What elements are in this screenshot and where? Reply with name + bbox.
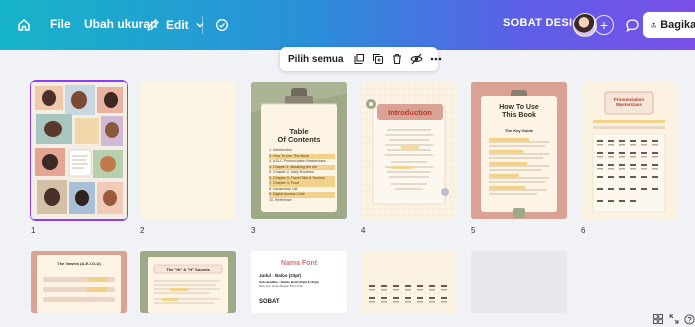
- add-collaborator-button[interactable]: +: [594, 15, 614, 35]
- page8-title: The "Hi" & "H" Sounds: [166, 267, 210, 272]
- page-number-4: 4: [361, 226, 366, 235]
- add-page-icon[interactable]: [353, 52, 365, 66]
- home-icon[interactable]: [12, 13, 36, 37]
- page5-subtitle: The Key Guide: [504, 128, 533, 133]
- trash-icon[interactable]: [391, 52, 403, 66]
- select-all-button[interactable]: Pilih semua: [288, 54, 344, 65]
- comment-icon[interactable]: [620, 13, 644, 37]
- help-icon[interactable]: [683, 313, 695, 325]
- page9-brand: SOBAT: [259, 299, 280, 305]
- intro-page-art: [361, 82, 457, 219]
- file-menu-button[interactable]: File: [50, 17, 71, 31]
- chevron-down-icon: [196, 23, 204, 28]
- share-label: Bagikan: [660, 19, 695, 31]
- toc-item: 3. A-B-C Pronunciation Masterclass: [269, 159, 326, 163]
- page-thumbnail-3[interactable]: Table Of Contents 1. Introduction 2. How…: [251, 82, 347, 219]
- page-number-5: 5: [471, 226, 476, 235]
- page-number-6: 6: [581, 226, 586, 235]
- hide-icon[interactable]: [409, 52, 423, 66]
- page9-sub: Sub Headline : Nunito Bold (15pt) & (12p…: [259, 280, 319, 284]
- page5-title: How To Use This Book: [499, 104, 539, 119]
- page-thumbnail-2[interactable]: [140, 82, 236, 219]
- page4-title: Introduction: [388, 108, 432, 117]
- duplicate-icon[interactable]: [372, 52, 384, 66]
- page-number-2: 2: [140, 226, 145, 235]
- collage-illustration: [31, 82, 127, 219]
- grid-view-icon[interactable]: [652, 313, 664, 325]
- cloud-sync-icon[interactable]: [210, 13, 234, 37]
- sounds-page-art: [140, 251, 236, 313]
- page-thumbnail-1[interactable]: [31, 82, 127, 219]
- page-thumbnail-5[interactable]: How To Use This Book The Key Guide: [471, 82, 567, 219]
- plus-icon: +: [599, 17, 609, 33]
- selection-toolbar: Pilih semua: [280, 47, 441, 71]
- page-thumbnail-4[interactable]: Introduction: [361, 82, 457, 219]
- pencil-icon: [147, 19, 159, 31]
- more-options-icon[interactable]: [430, 52, 442, 66]
- page-thumbnail-11[interactable]: [471, 251, 567, 313]
- topbar-divider: [202, 16, 203, 34]
- page3-title: Table Of Contents: [277, 127, 321, 144]
- page-thumbnail-8[interactable]: The "Hi" & "H" Sounds: [140, 251, 236, 313]
- page-thumbnail-10[interactable]: [361, 251, 457, 313]
- how-to-page-art: [471, 82, 567, 219]
- edit-menu-button[interactable]: Edit: [146, 13, 205, 37]
- page-number-1: 1: [31, 226, 36, 235]
- toc-item: 10. Reference: [269, 197, 292, 202]
- toc-list: 1. Introduction 2. How To Use This Book …: [269, 148, 335, 203]
- edit-label: Edit: [166, 18, 189, 32]
- page-thumbnail-6[interactable]: Pronunciation Masterclass: [581, 82, 677, 219]
- page7-title: The Vowels (A-E-I-O-U): [57, 261, 101, 266]
- page9-title: Nama Font: [280, 260, 318, 267]
- editor-topbar: File Ubah ukuran Edit SOBAT DESIGN + Bag…: [0, 0, 695, 50]
- page6-title: Pronunciation Masterclass: [613, 97, 645, 107]
- share-button[interactable]: Bagikan: [643, 12, 695, 38]
- page9-judul: Judul : Baloo (23pt): [259, 273, 301, 278]
- page-number-3: 3: [251, 226, 256, 235]
- page-thumbnail-7[interactable]: The Vowels (A-E-I-O-U): [31, 251, 127, 313]
- fullscreen-icon[interactable]: [668, 313, 680, 325]
- page-thumbnail-9[interactable]: Nama Font Judul : Baloo (23pt) Sub Headl…: [251, 251, 347, 313]
- share-icon: [651, 22, 656, 28]
- page9-body: Body Text: Nunito Regular 8/8 pt & 8pt: [259, 285, 304, 288]
- alphabet-page-art: [361, 251, 457, 313]
